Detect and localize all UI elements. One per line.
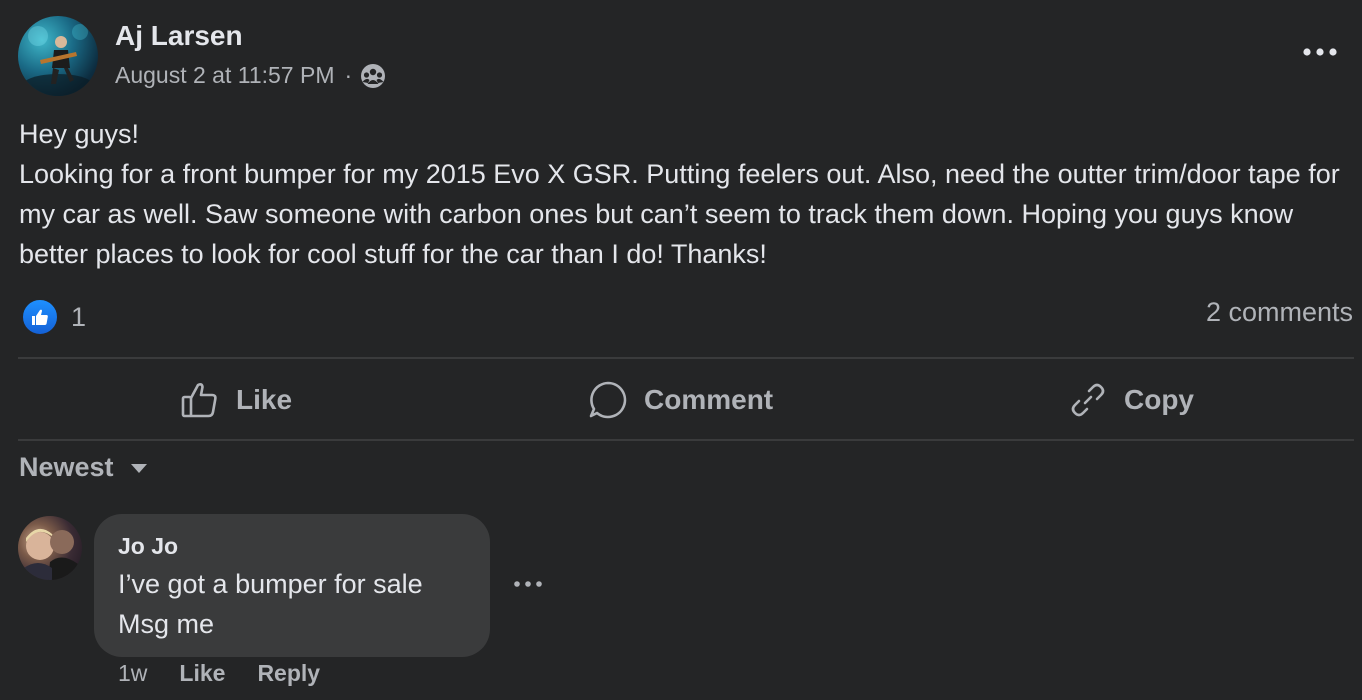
- copy-label: Copy: [1124, 384, 1194, 415]
- comment-like-button[interactable]: Like: [179, 660, 225, 687]
- author-name[interactable]: Aj Larsen: [115, 20, 243, 52]
- post-body: Hey guys! Looking for a front bumper for…: [19, 119, 1340, 269]
- commenter-avatar[interactable]: [18, 516, 82, 580]
- comment-label: Comment: [644, 384, 774, 415]
- avatar-photo: [22, 24, 94, 96]
- post-timestamp[interactable]: August 2 at 11:57 PM: [115, 62, 335, 89]
- reactions-summary[interactable]: 1: [21, 298, 86, 336]
- like-button[interactable]: Like: [180, 372, 292, 428]
- divider: [18, 357, 1354, 359]
- caret-down-icon: [114, 462, 148, 474]
- comment-time[interactable]: 1w: [118, 660, 147, 687]
- link-icon: [1068, 380, 1124, 420]
- comment-bubble: Jo Jo I’ve got a bumper for sale Msg me: [94, 514, 490, 657]
- comment-actions: 1w Like Reply: [118, 660, 352, 687]
- divider: [18, 439, 1354, 441]
- comment-text: I’ve got a bumper for sale Msg me: [118, 569, 423, 639]
- comment-button[interactable]: Comment: [588, 372, 773, 428]
- reaction-count: 1: [71, 301, 87, 332]
- comment-author[interactable]: Jo Jo: [118, 530, 466, 562]
- comment-more-icon[interactable]: [510, 574, 546, 594]
- comment-sort-dropdown[interactable]: Newest: [19, 452, 148, 483]
- group-icon[interactable]: [360, 63, 386, 89]
- author-avatar[interactable]: [18, 16, 98, 96]
- like-label: Like: [236, 384, 293, 415]
- post-meta: August 2 at 11:57 PM ·: [115, 62, 386, 89]
- sort-label: Newest: [19, 452, 114, 482]
- more-options-icon[interactable]: [1300, 40, 1340, 64]
- comments-count[interactable]: 2 comments: [1206, 297, 1353, 328]
- meta-separator: ·: [344, 62, 353, 88]
- copy-button[interactable]: Copy: [1068, 372, 1194, 428]
- thumbs-up-icon: [180, 380, 236, 420]
- commenter-photo: [22, 528, 78, 580]
- comment-reply-button[interactable]: Reply: [257, 660, 320, 687]
- comment-bubble-icon: [588, 380, 644, 420]
- post-card: Aj Larsen August 2 at 11:57 PM · Hey guy…: [0, 0, 1362, 700]
- like-reaction-icon: [21, 298, 59, 336]
